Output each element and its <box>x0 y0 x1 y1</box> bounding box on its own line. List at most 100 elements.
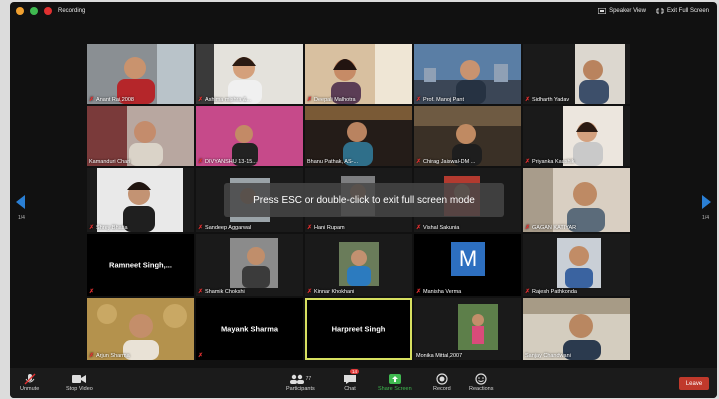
participant-name: Deepali Malhotra <box>314 96 356 103</box>
participant-tile[interactable]: ✗ Anant Rai,2008 <box>87 44 194 104</box>
muted-mic-icon: ✗ <box>525 225 531 231</box>
record-label: Record <box>433 386 451 392</box>
participant-tile[interactable]: ✗ Sidharth Yadav <box>523 44 630 104</box>
meeting-status: Recording <box>16 7 85 15</box>
participant-tile[interactable]: Mayank Sharma ✗ <box>196 298 303 360</box>
speaker-view-icon <box>598 8 607 14</box>
participant-tile[interactable]: ✗ Rajesh Pathkonda <box>523 234 630 296</box>
participants-button[interactable]: 77 Participants <box>286 372 315 392</box>
muted-mic-icon: ✗ <box>416 97 422 103</box>
participant-tile[interactable]: M ✗ Manisha Verma <box>414 234 521 296</box>
participant-name: Bhanu Pathak, AS-... <box>307 159 359 165</box>
participant-tile[interactable]: Bhanu Pathak, AS-... <box>305 106 412 166</box>
video-feed <box>196 44 303 104</box>
participant-name: Shrey Bhatia <box>96 224 128 231</box>
security-shield-icon[interactable] <box>30 7 38 15</box>
participant-name: Kinnar Khokhani <box>314 288 355 295</box>
video-feed <box>196 234 303 296</box>
participant-tile[interactable]: ✗ DIVYANSHU 13-15... <box>196 106 303 166</box>
chat-button[interactable]: 14 Chat <box>344 369 360 392</box>
zoom-window: Recording Speaker View Exit Full Screen … <box>10 2 717 398</box>
participant-name: Ashima mishra &... <box>205 96 252 103</box>
participant-tile[interactable]: Ramneet Singh,... ✗ <box>87 234 194 296</box>
participant-tile[interactable]: Kamanduri Chari <box>87 106 194 166</box>
next-page-arrow-icon[interactable] <box>702 195 711 209</box>
leave-button[interactable]: Leave <box>679 377 709 390</box>
participant-name: Shamik Chokshi <box>205 288 245 295</box>
participant-tile[interactable]: ✗ Deepali Malhotra <box>305 44 412 104</box>
recording-dot-icon <box>44 7 52 15</box>
info-icon[interactable] <box>16 7 24 15</box>
video-feed <box>87 106 194 166</box>
chat-label: Chat <box>344 386 356 392</box>
unmute-button[interactable]: Unmute <box>20 372 39 392</box>
muted-mic-icon: ✗ <box>307 289 313 295</box>
exit-full-screen-toast: Press ESC or double-click to exit full s… <box>224 183 504 217</box>
muted-mic-icon: ✗ <box>416 159 422 165</box>
share-screen-label: Share Screen <box>378 386 412 392</box>
muted-mic-icon: ✗ <box>525 159 531 165</box>
participant-tile[interactable]: Monika Mittal,2007 <box>414 298 521 360</box>
participant-name: Harpreet Singh <box>331 324 386 334</box>
participant-name: Vishal Sakunia <box>423 224 460 231</box>
participant-name: Sanjay Chandwani <box>525 353 571 359</box>
participants-count: 77 <box>305 376 312 382</box>
participant-name: Kamanduri Chari <box>89 159 131 165</box>
video-feed <box>523 106 630 166</box>
participant-tile[interactable]: ✗ Priyanka Kaushik <box>523 106 630 166</box>
reactions-label: Reactions <box>469 386 494 392</box>
page-indicator-right: 1/4 <box>702 215 709 221</box>
video-feed <box>414 106 521 166</box>
video-feed <box>87 44 194 104</box>
participant-name: Hani Rupam <box>314 224 345 231</box>
video-feed <box>523 234 630 296</box>
muted-mic-icon: ✗ <box>198 289 204 295</box>
participant-name: Chirag Jaiswal-DM ... <box>423 158 476 165</box>
participant-tile[interactable]: Sanjay Chandwani <box>523 298 630 360</box>
record-button[interactable]: Record <box>433 372 451 392</box>
exit-full-screen-button[interactable]: Exit Full Screen <box>655 8 709 14</box>
reactions-smiley-icon <box>475 373 487 385</box>
speaker-view-button[interactable]: Speaker View <box>598 8 646 14</box>
participant-tile-active-speaker[interactable]: Harpreet Singh <box>305 298 412 360</box>
avatar: M <box>451 242 485 276</box>
participant-name: DIVYANSHU 13-15... <box>205 158 257 165</box>
muted-mic-icon: ✗ <box>89 289 95 295</box>
video-feed <box>305 44 412 104</box>
stop-video-button[interactable]: Stop Video <box>66 372 93 392</box>
participant-tile[interactable]: ✗ Arjun Sharma <box>87 298 194 360</box>
participant-name: Arjun Sharma <box>96 352 130 359</box>
participant-tile[interactable]: ✗ Shamik Chokshi <box>196 234 303 296</box>
speaker-view-label: Speaker View <box>609 8 646 14</box>
unmute-label: Unmute <box>20 386 40 392</box>
participant-tile[interactable]: ✗ Shrey Bhatia <box>87 168 194 232</box>
stop-video-label: Stop Video <box>66 386 93 392</box>
participant-name: Sidharth Yadav <box>532 96 570 103</box>
video-feed <box>414 298 521 360</box>
muted-mic-icon: ✗ <box>525 97 531 103</box>
chat-bubble-icon <box>344 375 356 384</box>
top-bar: Recording Speaker View Exit Full Screen <box>10 2 717 24</box>
reactions-button[interactable]: Reactions <box>469 372 493 392</box>
share-screen-button[interactable]: Share Screen <box>378 372 412 392</box>
video-feed <box>305 234 412 296</box>
video-feed <box>523 44 630 104</box>
participant-tile[interactable]: ✗ Prof. Manoj Pant <box>414 44 521 104</box>
video-feed <box>87 168 194 232</box>
participant-tile[interactable]: ✗ GAGAN KATIYAR <box>523 168 630 232</box>
participant-name: Priyanka Kaushik <box>532 158 575 165</box>
record-icon <box>436 373 448 385</box>
participant-tile[interactable]: ✗ Chirag Jaiswal-DM ... <box>414 106 521 166</box>
muted-mic-icon: ✗ <box>416 289 422 295</box>
participant-name: Sandeep Aggarwal <box>205 224 252 231</box>
participant-name: Manisha Verma <box>423 288 462 295</box>
video-feed <box>414 44 521 104</box>
muted-mic-icon: ✗ <box>198 225 204 231</box>
video-feed <box>196 106 303 166</box>
muted-mic-icon: ✗ <box>307 225 313 231</box>
previous-page-arrow-icon[interactable] <box>16 195 25 209</box>
chat-unread-badge: 14 <box>350 369 360 374</box>
participant-tile[interactable]: ✗ Kinnar Khokhani <box>305 234 412 296</box>
participant-name: Prof. Manoj Pant <box>423 96 464 103</box>
participant-tile[interactable]: ✗ Ashima mishra &... <box>196 44 303 104</box>
